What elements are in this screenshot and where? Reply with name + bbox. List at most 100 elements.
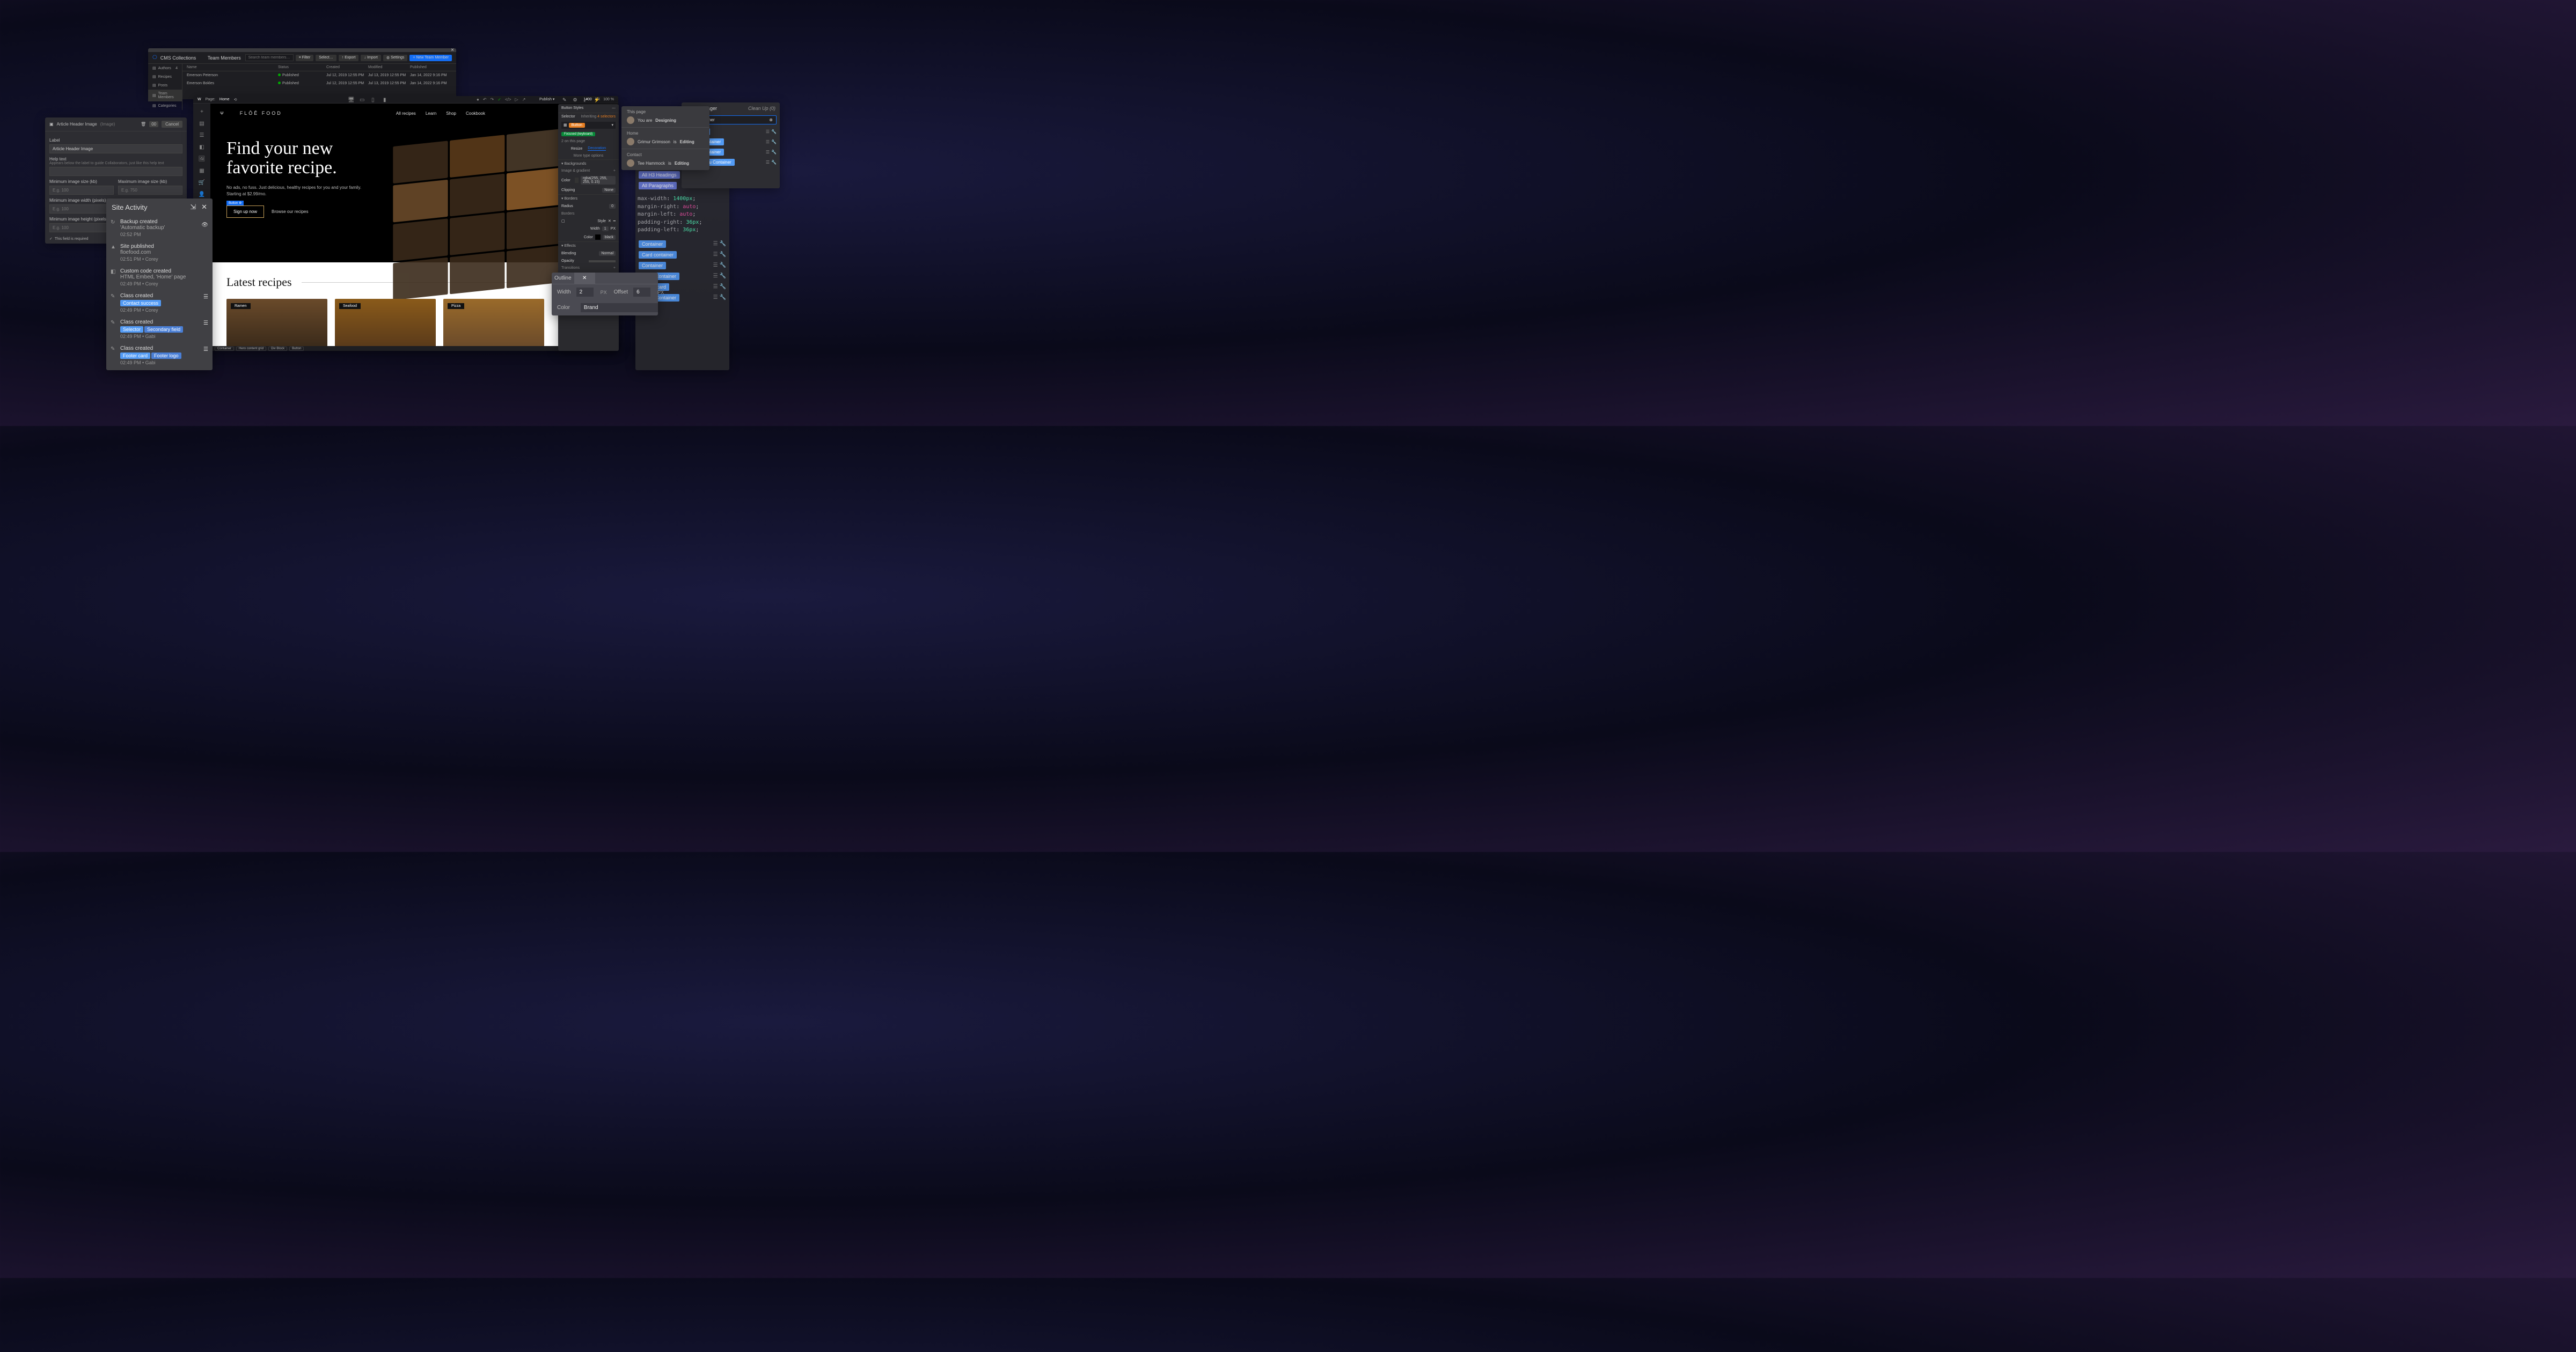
device-tablet-icon[interactable]: ▭ <box>360 97 367 102</box>
code-icon[interactable]: </> <box>505 97 511 102</box>
crumb-button[interactable]: Button <box>289 347 304 351</box>
navigator-icon[interactable]: ☰ <box>197 130 207 140</box>
add-icon[interactable]: + <box>613 266 616 270</box>
activity-item[interactable]: ✎Class createdSelectorSecondary field02:… <box>106 316 213 342</box>
cms-icon[interactable]: ▦ <box>197 166 207 175</box>
share-icon[interactable]: ↗ <box>522 97 526 102</box>
wrench-icon[interactable]: 🔧 <box>771 160 777 165</box>
list-icon[interactable]: ☰ <box>766 160 770 165</box>
activity-item[interactable]: ◧Custom code createdHTML Embed, 'Home' p… <box>106 265 213 290</box>
wrench-icon[interactable]: 🔧 <box>771 150 777 155</box>
avatar-icon[interactable]: ● <box>477 97 479 102</box>
ecommerce-icon[interactable]: 🛒 <box>197 178 207 187</box>
border-side-picker[interactable]: ▢ <box>561 219 565 223</box>
nav-all-recipes[interactable]: All recipes <box>396 111 416 116</box>
sidebar-item-categories[interactable]: ▤Categories <box>148 101 182 110</box>
sidebar-item-recipes[interactable]: ▤Recipes <box>148 72 182 81</box>
page-name[interactable]: Home <box>219 98 230 101</box>
gear-icon[interactable]: ⚙ <box>573 97 577 103</box>
list-icon[interactable]: ☰ <box>203 294 208 300</box>
clear-icon[interactable]: ⊗ <box>769 117 773 122</box>
device-desktop-icon[interactable]: 🖥 <box>348 97 355 102</box>
close-icon[interactable]: ✕ <box>201 203 207 211</box>
outline-style-none[interactable]: ✕ <box>574 273 595 284</box>
new-team-member-button[interactable]: + New Team Member <box>409 55 452 61</box>
users-icon[interactable]: 👤 <box>197 189 207 199</box>
secondary-link[interactable]: Browse our recipes <box>272 209 308 214</box>
wrench-icon[interactable]: 🔧 <box>720 273 726 279</box>
state-badge[interactable]: Focused (keyboard) <box>561 132 595 136</box>
sidebar-item-posts[interactable]: ▤Posts <box>148 81 182 90</box>
nav-learn[interactable]: Learn <box>426 111 436 116</box>
selector-input[interactable]: ▦Button▾ <box>561 122 616 129</box>
col-modified[interactable]: Modified <box>368 65 410 69</box>
activity-item[interactable]: ▲Site publishedfloefood.com02:51 PM • Co… <box>106 240 213 265</box>
outline-style-dashed[interactable] <box>616 273 637 284</box>
wrench-icon[interactable]: 🔧 <box>720 295 726 300</box>
color-swatch[interactable] <box>575 178 579 183</box>
sidebar-item-team-members[interactable]: ▤Team Members <box>148 90 182 101</box>
select-button[interactable]: Select… <box>316 55 336 61</box>
wrench-icon[interactable]: 🔧 <box>720 252 726 258</box>
crumb-div[interactable]: Div Block <box>268 347 287 351</box>
wrench-icon[interactable]: 🔧 <box>771 129 777 134</box>
col-name[interactable]: Name <box>187 65 278 69</box>
style-none-icon[interactable]: ✕ <box>608 219 611 223</box>
canvas-zoom[interactable]: 100 % <box>603 98 614 101</box>
import-button[interactable]: ↓Import <box>361 55 380 61</box>
color-swatch[interactable] <box>595 234 601 240</box>
style-solid-icon[interactable]: ━ <box>613 219 616 223</box>
wrench-icon[interactable]: 🔧 <box>771 139 777 144</box>
col-status[interactable]: Status <box>278 65 326 69</box>
help-input[interactable] <box>49 167 182 176</box>
list-icon[interactable]: ☰ <box>713 284 718 290</box>
sidebar-item-authors[interactable]: ▤Authors4 <box>148 64 182 72</box>
list-icon[interactable]: ☰ <box>713 295 718 300</box>
pages-icon[interactable]: ▤ <box>197 119 207 128</box>
nav-shop[interactable]: Shop <box>446 111 456 116</box>
list-icon[interactable]: ☰ <box>766 150 770 155</box>
col-created[interactable]: Created <box>326 65 368 69</box>
brush-icon[interactable]: ✎ <box>562 97 567 103</box>
nav-cookbook[interactable]: Cookbook <box>466 111 485 116</box>
recipe-card[interactable]: Ramen <box>226 299 327 346</box>
activity-item[interactable]: ↻Backup created'Automatic backup'02:52 P… <box>106 216 213 240</box>
sm2-class-item[interactable]: Container☰🔧 <box>639 239 726 249</box>
latest-title[interactable]: Latest recipes <box>226 275 292 289</box>
check-icon[interactable]: ✓ <box>497 97 501 102</box>
outline-style-solid[interactable] <box>595 273 616 284</box>
close-icon[interactable]: × <box>451 47 454 53</box>
publish-button[interactable]: Publish ▾ <box>539 97 554 101</box>
cancel-button[interactable]: Cancel <box>162 121 182 128</box>
label-input[interactable] <box>49 144 182 153</box>
more-icon[interactable]: ⋯ <box>612 106 616 111</box>
list-icon[interactable]: ☰ <box>713 241 718 247</box>
list-icon[interactable]: ☰ <box>203 320 208 326</box>
crumb-hero[interactable]: Hero content grid <box>236 347 266 351</box>
filter-button[interactable]: ≡Filter <box>296 55 314 61</box>
components-icon[interactable]: ◧ <box>197 142 207 152</box>
export-button[interactable]: ↑Export <box>339 55 359 61</box>
wrench-icon[interactable]: 🔧 <box>720 262 726 268</box>
min-size-input[interactable] <box>49 186 114 195</box>
crumb-container[interactable]: Container <box>215 347 234 351</box>
cleanup-link[interactable]: Clean Up (0) <box>748 106 775 111</box>
checkbox-icon[interactable]: ✓ <box>49 237 53 241</box>
wrench-icon[interactable]: 🔧 <box>720 241 726 247</box>
list-icon[interactable]: ☰ <box>766 139 770 144</box>
eye-icon[interactable]: 👁 <box>201 222 208 228</box>
list-icon[interactable]: ☰ <box>203 347 208 352</box>
wrench-icon[interactable]: 🔧 <box>720 284 726 290</box>
add-icon[interactable]: + <box>197 107 207 116</box>
refresh-icon[interactable]: ⟲ <box>234 98 237 102</box>
max-size-input[interactable] <box>118 186 182 195</box>
minimize-icon[interactable]: ⇲ <box>190 203 196 211</box>
activity-item[interactable]: ✎Class createdFooter cardFooter logo02:4… <box>106 342 213 369</box>
hero-paragraph[interactable]: No ads, no fuss. Just delicious, healthy… <box>226 185 366 196</box>
undo-icon[interactable]: ↶ <box>483 97 487 102</box>
outline-style-dotted[interactable] <box>637 273 658 284</box>
color-name-input[interactable] <box>581 303 658 312</box>
cta-button[interactable]: Button ⚙ Sign up now <box>226 205 264 218</box>
list-icon[interactable]: ☰ <box>766 129 770 134</box>
width-input[interactable] <box>576 288 594 297</box>
